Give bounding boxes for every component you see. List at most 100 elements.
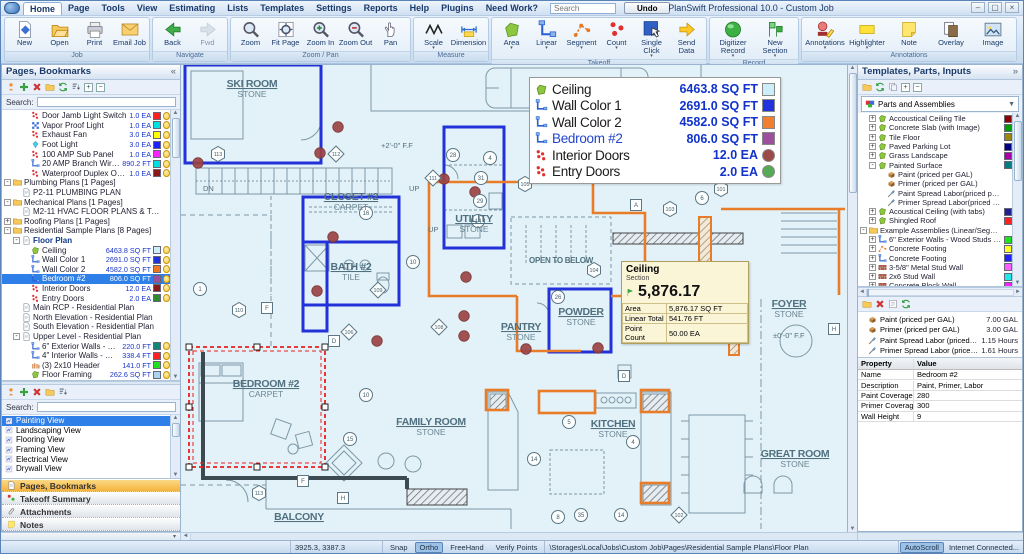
menu-tab[interactable]: View: [131, 2, 163, 14]
visibility-bulb-icon[interactable]: [163, 284, 170, 292]
property-row[interactable]: Paint Coverage 280: [858, 391, 1022, 401]
legend-item[interactable]: Interior Doors 12.0 EA: [535, 147, 775, 164]
count-marker[interactable]: [593, 343, 603, 353]
expand-all-button[interactable]: +: [901, 83, 910, 92]
collapse-all-button[interactable]: −: [96, 83, 105, 92]
expand-toggle-icon[interactable]: +: [869, 282, 876, 286]
views-scrollbar[interactable]: ▲▼: [170, 415, 180, 478]
count-marker[interactable]: [521, 344, 531, 354]
ribbon-button[interactable]: Back▾: [155, 19, 190, 47]
menu-tab[interactable]: Lists: [221, 2, 254, 14]
tree-item[interactable]: Main RCP - Residential Plan: [2, 303, 170, 313]
tree-item[interactable]: + Tile Floor: [858, 133, 1012, 142]
tree-item[interactable]: 20 AMP Branch Wiring 890.2 FT: [2, 159, 170, 169]
ribbon-button[interactable]: Highlighter▾: [846, 19, 888, 50]
collapse-panel-icon[interactable]: «: [171, 66, 176, 78]
refresh-icon[interactable]: [901, 299, 911, 309]
minimize-button[interactable]: –: [971, 2, 985, 13]
view-list-item[interactable]: Framing View: [2, 445, 170, 455]
visibility-bulb-icon[interactable]: [163, 112, 170, 120]
delete-icon[interactable]: [32, 387, 42, 397]
ribbon-button[interactable]: Digitizer Record▾: [712, 19, 754, 58]
tree-item[interactable]: Paint Spread Labor(priced per Hour): [858, 188, 1012, 197]
visibility-bulb-icon[interactable]: [163, 169, 170, 177]
color-swatch[interactable]: [153, 275, 161, 283]
count-marker[interactable]: [372, 336, 382, 346]
visibility-bulb-icon[interactable]: [163, 246, 170, 254]
count-marker[interactable]: [459, 331, 469, 341]
add-icon[interactable]: [19, 82, 29, 92]
visibility-bulb-icon[interactable]: [163, 352, 170, 360]
tree-item[interactable]: North Elevation - Residential Plan: [2, 312, 170, 322]
part-list-item[interactable]: Paint Spread Labor (priced per Hour) 1.1…: [858, 335, 1022, 346]
tree-item[interactable]: + Paved Parking Lot: [858, 142, 1012, 151]
tree-item[interactable]: Vapor Proof Light 1.0 EA: [2, 121, 170, 131]
tree-item[interactable]: + Roofing Plans [1 Pages]: [2, 217, 170, 227]
ribbon-button[interactable]: Zoom▾: [233, 19, 268, 47]
sort-icon[interactable]: [71, 82, 81, 92]
color-swatch[interactable]: [153, 352, 161, 360]
count-marker[interactable]: [193, 158, 203, 168]
expand-toggle-icon[interactable]: -: [4, 227, 11, 234]
tree-item[interactable]: + Concrete Slab (with Image): [858, 123, 1012, 132]
menu-tab[interactable]: Settings: [310, 2, 358, 14]
color-swatch[interactable]: [153, 342, 161, 350]
color-swatch[interactable]: [1004, 133, 1012, 141]
ribbon-button[interactable]: Annotations▾: [804, 19, 846, 50]
ribbon-button[interactable]: New▾: [7, 19, 42, 47]
view-list-item[interactable]: Painting View: [2, 416, 170, 426]
count-marker[interactable]: [315, 148, 325, 158]
color-swatch[interactable]: [153, 169, 161, 177]
app-logo-icon[interactable]: [4, 2, 20, 14]
property-column-header[interactable]: Property: [858, 359, 914, 368]
menu-tab[interactable]: Reports: [358, 2, 404, 14]
color-swatch[interactable]: [153, 150, 161, 158]
tree-item[interactable]: P2-11 PLUMBING PLAN: [2, 188, 170, 198]
expand-toggle-icon[interactable]: -: [860, 227, 867, 234]
visibility-bulb-icon[interactable]: [163, 361, 170, 369]
ribbon-button[interactable]: Fit Page▾: [268, 19, 303, 47]
collapse-panel-icon[interactable]: »: [1013, 66, 1018, 78]
color-swatch[interactable]: [1004, 152, 1012, 160]
folder-options-icon[interactable]: [45, 387, 55, 397]
color-swatch[interactable]: [1004, 245, 1012, 253]
tree-item[interactable]: + Acoustical Ceiling (with tabs): [858, 207, 1012, 216]
expand-toggle-icon[interactable]: +: [4, 218, 11, 225]
tree-item[interactable]: Ceiling 6463.8 SQ FT: [2, 245, 170, 255]
menu-tab[interactable]: Templates: [254, 2, 310, 14]
property-row[interactable]: Name Bedroom #2: [858, 370, 1022, 380]
delete-icon[interactable]: [875, 299, 885, 309]
tree-item[interactable]: M2-11 HVAC FLOOR PLANS & T-24: [2, 207, 170, 217]
legend-item[interactable]: Wall Color 2 4582.0 SQ FT: [535, 114, 775, 131]
color-swatch[interactable]: [1004, 161, 1012, 169]
expand-toggle-icon[interactable]: -: [869, 162, 876, 169]
panel-footer-dropdown[interactable]: ▾: [1, 533, 181, 540]
property-row[interactable]: Primer Coverage 300: [858, 401, 1022, 411]
color-swatch[interactable]: [153, 141, 161, 149]
ribbon-button[interactable]: Segment▾: [564, 19, 599, 50]
expand-toggle-icon[interactable]: +: [869, 134, 876, 141]
color-swatch[interactable]: [153, 121, 161, 129]
view-list-item[interactable]: Drywall View: [2, 464, 170, 474]
tree-item[interactable]: + 6" Exterior Walls - Wood Studs - Insul…: [858, 235, 1012, 244]
visibility-bulb-icon[interactable]: [163, 265, 170, 273]
count-marker[interactable]: [328, 232, 338, 242]
legend-item[interactable]: Bedroom #2 806.0 SQ FT: [535, 131, 775, 148]
tree-item[interactable]: Wall Color 2 4582.0 SQ FT: [2, 265, 170, 275]
tree-item[interactable]: + 2x6 Stud Wall: [858, 272, 1012, 281]
autoscroll-toggle[interactable]: AutoScroll: [900, 542, 944, 553]
tree-item[interactable]: 100 AMP Sub Panel 1.0 EA: [2, 149, 170, 159]
tree-item[interactable]: + Accoustical Ceiling Tile: [858, 114, 1012, 123]
menu-tab[interactable]: Home: [23, 2, 62, 15]
status-toggle-button[interactable]: Snap: [385, 542, 413, 553]
tree-item[interactable]: Primer (priced per GAL): [858, 179, 1012, 188]
visibility-bulb-icon[interactable]: [163, 121, 170, 129]
count-marker[interactable]: [333, 122, 343, 132]
tree-item[interactable]: Paint (priced per GAL): [858, 170, 1012, 179]
visibility-bulb-icon[interactable]: [163, 256, 170, 264]
delete-icon[interactable]: [32, 82, 42, 92]
ribbon-button[interactable]: Email Job▾: [112, 19, 147, 47]
expand-toggle-icon[interactable]: +: [869, 217, 876, 224]
view-list-item[interactable]: Flooring View: [2, 435, 170, 445]
ribbon-button[interactable]: Scale▾: [416, 19, 451, 50]
